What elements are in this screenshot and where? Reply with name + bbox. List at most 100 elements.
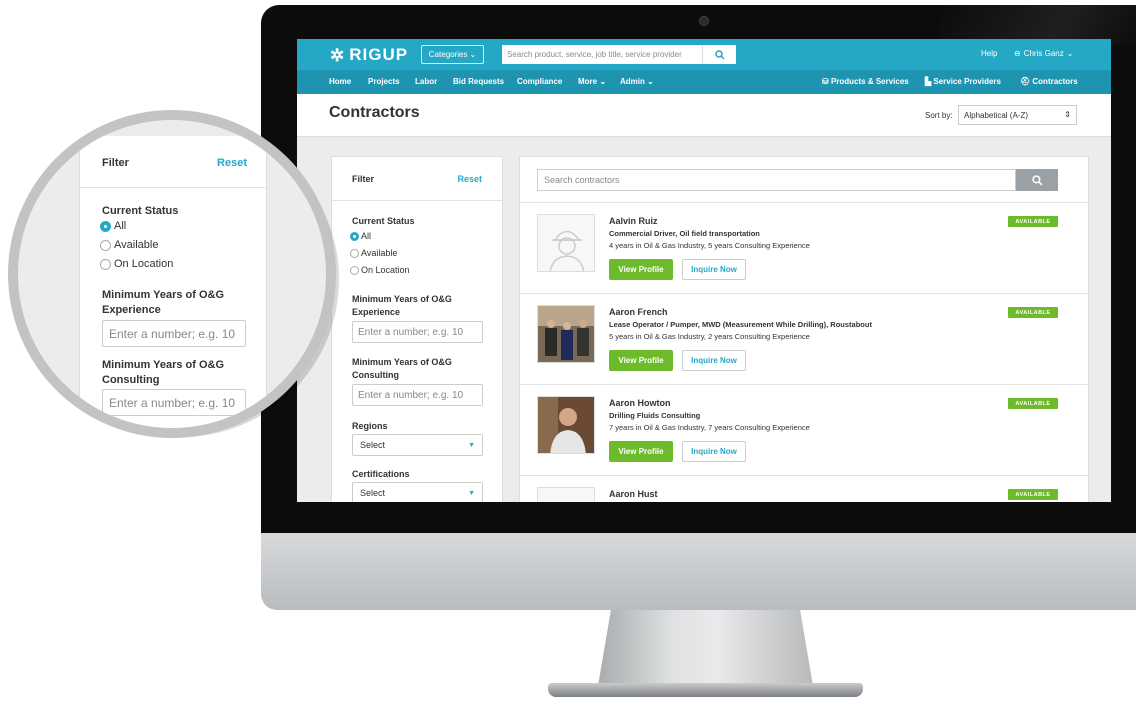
categories-button[interactable]: Categories ⌄: [421, 45, 484, 64]
status-available-radio[interactable]: Available: [350, 248, 397, 258]
view-profile-button[interactable]: View Profile: [609, 441, 673, 462]
regions-label: Regions: [352, 421, 388, 431]
contractor-role: Drilling Fluids Consulting: [609, 411, 701, 420]
contractor-name[interactable]: Aaron French: [609, 307, 668, 317]
radio-label: Available: [361, 248, 398, 258]
nav-more[interactable]: More ⌄: [578, 77, 606, 86]
contractor-name[interactable]: Aaron Howton: [609, 398, 671, 408]
regions-select[interactable]: Select ▼: [352, 434, 483, 456]
nav-products-label: Products & Services: [830, 77, 909, 86]
zoomed-status-label: Current Status: [102, 205, 179, 217]
contractor-experience: 7 years in Oil & Gas Industry, 7 years C…: [609, 423, 810, 432]
avatar: [537, 305, 595, 363]
contractor-search-button[interactable]: [1016, 169, 1058, 191]
results-panel: Search contractors Aalvin Ruiz Commercia…: [519, 156, 1089, 502]
status-label: Current Status: [352, 216, 415, 226]
contractor-row: Aaron French Lease Operator / Pumper, MW…: [520, 294, 1088, 385]
nav-products-services[interactable]: ⛁ Products & Services: [822, 77, 909, 86]
avatar-placeholder: [537, 487, 595, 502]
global-search-input[interactable]: Search product, service, job title, serv…: [502, 45, 702, 64]
contractor-search-input[interactable]: Search contractors: [537, 169, 1016, 191]
top-bar: ✲ RIGUP Categories ⌄ Search product, ser…: [297, 39, 1111, 70]
radio-label: All: [361, 231, 372, 241]
view-profile-button[interactable]: View Profile: [609, 259, 673, 280]
status-badge: AVAILABLE: [1008, 489, 1058, 500]
filter-reset-link[interactable]: Reset: [457, 174, 482, 184]
min-consult-label: Minimum Years of O&G Consulting: [352, 357, 452, 380]
main-nav: Home Projects Labor Bid Requests Complia…: [297, 70, 1111, 94]
certifications-label: Certifications: [352, 469, 410, 479]
contractor-row: Aaron Howton Drilling Fluids Consulting …: [520, 385, 1088, 476]
nav-contractors[interactable]: ⛑ Contractors: [1020, 77, 1078, 86]
certifications-value: Select: [360, 488, 386, 498]
nav-more-label: More: [578, 77, 598, 86]
zoomed-min-og-input[interactable]: Enter a number; e.g. 10: [102, 320, 246, 347]
inquire-now-button[interactable]: Inquire Now: [682, 259, 746, 280]
gear-logo-icon: ✲: [330, 45, 346, 65]
contractor-role: Commercial Driver, Oil field transportat…: [609, 229, 760, 238]
zoomed-min-consult-label: Minimum Years of O&G Consulting: [102, 359, 225, 386]
zoomed-status-all-radio[interactable]: All: [100, 220, 126, 232]
hardhat-icon: ⛑: [1020, 77, 1031, 86]
monitor-stand-base: [548, 683, 863, 697]
contractor-experience: 4 years in Oil & Gas Industry, 5 years C…: [609, 241, 810, 250]
search-icon: [714, 49, 725, 60]
contractor-name[interactable]: Aaron Hust: [609, 489, 658, 499]
search-icon: [1031, 174, 1042, 185]
user-name: Chris Ganz: [1023, 49, 1064, 58]
status-badge: AVAILABLE: [1008, 398, 1058, 409]
magnifier-lens: Filter Reset Current Status All Availabl…: [18, 120, 326, 428]
inquire-now-button[interactable]: Inquire Now: [682, 441, 746, 462]
view-profile-button[interactable]: View Profile: [609, 350, 673, 371]
help-link[interactable]: Help: [981, 49, 997, 58]
logo[interactable]: ✲ RIGUP: [330, 45, 408, 65]
contractor-row: Aalvin Ruiz Commercial Driver, Oil field…: [520, 203, 1088, 294]
nav-bid-requests[interactable]: Bid Requests: [453, 77, 504, 86]
sort-value: Alphabetical (A-Z): [964, 110, 1029, 120]
zoomed-status-on-location-radio[interactable]: On Location: [100, 258, 173, 270]
search-button[interactable]: [702, 45, 736, 64]
nav-projects[interactable]: Projects: [368, 77, 400, 86]
inquire-now-button[interactable]: Inquire Now: [682, 350, 746, 371]
status-all-radio[interactable]: All: [350, 231, 371, 241]
page-header: Contractors Sort by: Alphabetical (A-Z) …: [297, 94, 1111, 137]
contractor-name[interactable]: Aalvin Ruiz: [609, 216, 658, 226]
zoomed-min-og-label: Minimum Years of O&G Experience: [102, 289, 225, 316]
filter-title: Filter: [352, 174, 375, 184]
group-photo-icon: [538, 306, 594, 362]
logo-text: RIGUP: [349, 45, 409, 64]
hardhat-person-icon: [538, 488, 595, 502]
caret-down-icon: ▼: [468, 490, 475, 497]
contractor-row: Aaron Hust AVAILABLE: [520, 476, 1088, 502]
nav-home[interactable]: Home: [329, 77, 351, 86]
nav-service-providers[interactable]: ▙ Service Providers: [925, 77, 1001, 86]
status-badge: AVAILABLE: [1008, 216, 1058, 227]
page-title: Contractors: [329, 104, 420, 121]
zoomed-status-available-radio[interactable]: Available: [100, 239, 158, 251]
nav-admin-label: Admin: [620, 77, 645, 86]
zoomed-filter-title: Filter: [102, 157, 129, 169]
nav-admin[interactable]: Admin ⌄: [620, 77, 654, 86]
radio-icon: [350, 248, 359, 258]
user-icon: ⊖: [1014, 49, 1021, 58]
radio-label: Available: [114, 239, 159, 251]
sort-select[interactable]: Alphabetical (A-Z) ⇕: [958, 105, 1077, 125]
min-consult-input[interactable]: Enter a number; e.g. 10: [352, 384, 483, 406]
user-menu[interactable]: ⊖ Chris Ganz ⌄: [1014, 49, 1073, 58]
nav-compliance[interactable]: Compliance: [517, 77, 562, 86]
status-on-location-radio[interactable]: On Location: [350, 265, 410, 275]
radio-checked-icon: [350, 231, 359, 241]
zoomed-min-consult-input[interactable]: Enter a number; e.g. 10: [102, 389, 246, 416]
avatar-placeholder: [537, 214, 595, 272]
person-photo-icon: [538, 397, 594, 453]
regions-value: Select: [360, 440, 386, 450]
certifications-select[interactable]: Select ▼: [352, 482, 483, 502]
nav-providers-label: Service Providers: [933, 77, 1001, 86]
monitor-stand: [598, 610, 813, 686]
nav-labor[interactable]: Labor: [415, 77, 437, 86]
zoomed-reset-link[interactable]: Reset: [217, 157, 247, 169]
avatar: [537, 396, 595, 454]
min-og-label: Minimum Years of O&G Experience: [352, 294, 452, 317]
radio-icon: [100, 239, 111, 251]
min-og-input[interactable]: Enter a number; e.g. 10: [352, 321, 483, 343]
